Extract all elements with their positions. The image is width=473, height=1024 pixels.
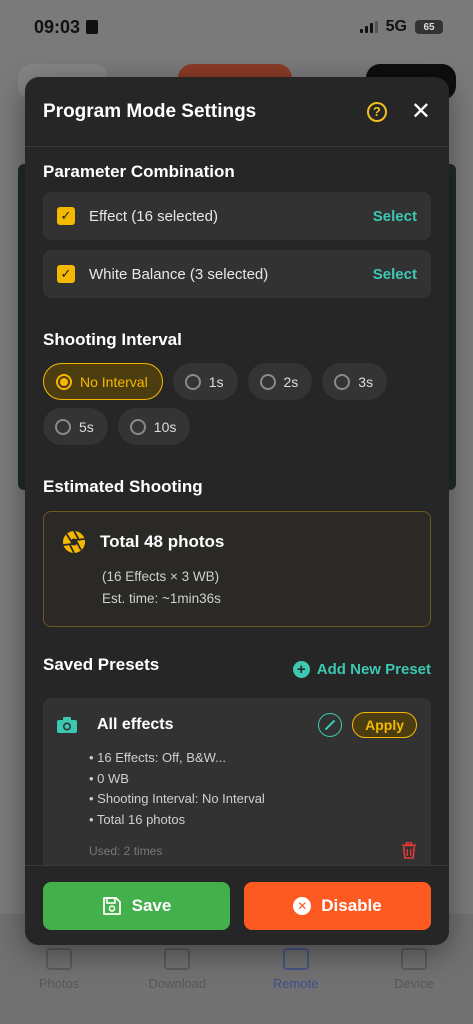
chip-label: 1s — [208, 373, 224, 390]
status-time: 09:03 — [34, 16, 99, 38]
save-label: Save — [131, 896, 172, 915]
download-icon — [164, 948, 191, 970]
interval-option-no-interval[interactable]: No Interval — [43, 363, 163, 400]
interval-option-5s[interactable]: 5s — [43, 408, 108, 445]
interval-option-2s[interactable]: 2s — [247, 363, 313, 400]
disable-label: Disable — [321, 896, 382, 915]
status-bar: 09:03 5G 65 — [0, 0, 473, 54]
modal-footer: Save ✕ Disable — [25, 865, 449, 945]
estimate-card: Total 48 photos (16 Effects × 3 WB) Est.… — [43, 511, 431, 627]
save-icon — [102, 897, 121, 915]
chip-label: 3s — [358, 373, 374, 390]
section-title-saved-presets: Saved Presets — [43, 654, 160, 674]
help-icon[interactable]: ? — [366, 101, 387, 122]
tab-photos: Photos — [14, 948, 104, 1024]
tab-label: Device — [394, 976, 434, 991]
estimate-header: Total 48 photos — [62, 530, 412, 554]
param-row-effect[interactable]: ✓ Effect (16 selected) Select — [43, 192, 431, 240]
chip-label: 10s — [153, 418, 177, 435]
tab-download: Download — [132, 948, 222, 1024]
preset-used-count: Used: 2 times — [89, 843, 163, 858]
chip-label: 2s — [283, 373, 299, 390]
program-mode-settings-modal: Program Mode Settings ? ✕ Parameter Comb… — [25, 77, 449, 945]
chip-label: 5s — [79, 418, 94, 435]
interval-option-1s[interactable]: 1s — [172, 363, 238, 400]
interval-options: No Interval 1s 2s 3s 5s 10s — [43, 363, 431, 445]
radio-icon — [334, 373, 351, 390]
radio-icon — [129, 418, 146, 435]
tab-remote: Remote — [251, 948, 341, 1024]
preset-details: • 16 Effects: Off, B&W... • 0 WB • Shoot… — [89, 748, 417, 830]
radio-icon — [55, 418, 71, 435]
header-actions: ? ✕ — [366, 99, 431, 124]
apply-preset-button[interactable]: Apply — [352, 712, 417, 738]
estimate-total: Total 48 photos — [100, 532, 225, 551]
modal-title: Program Mode Settings — [43, 100, 257, 122]
tab-label: Download — [148, 976, 207, 991]
radio-icon — [259, 373, 276, 390]
preset-detail-line: • Total 16 photos — [89, 811, 186, 827]
saved-presets-header: Saved Presets + Add New Preset — [43, 651, 431, 678]
plus-icon: + — [292, 661, 310, 678]
add-new-preset-button[interactable]: + Add New Preset — [292, 661, 431, 678]
interval-option-10s[interactable]: 10s — [117, 408, 191, 445]
close-icon[interactable]: ✕ — [411, 99, 431, 124]
chip-label: No Interval — [80, 373, 148, 390]
network-type: 5G — [385, 18, 407, 35]
preset-detail-line: • Shooting Interval: No Interval — [89, 791, 265, 806]
preset-card[interactable]: All effects Apply • 16 Effects: Off, B&W… — [43, 698, 431, 865]
status-indicators: 5G 65 — [359, 18, 443, 36]
white-balance-select-link[interactable]: Select — [373, 266, 417, 283]
wifi-icon — [400, 948, 427, 970]
status-time-text: 09:03 — [34, 16, 81, 37]
tab-label: Remote — [272, 976, 319, 991]
preset-footer: Used: 2 times — [89, 842, 417, 859]
radio-icon — [184, 373, 201, 390]
preset-detail-line: • 16 Effects: Off, B&W... — [89, 750, 227, 765]
param-label: White Balance (3 selected) — [89, 265, 269, 283]
tab-label: Photos — [38, 976, 80, 991]
interval-option-3s[interactable]: 3s — [322, 363, 388, 400]
estimate-time: Est. time: ~1min36s — [102, 591, 221, 606]
param-row-white-balance[interactable]: ✓ White Balance (3 selected) Select — [43, 250, 431, 298]
preset-name: All effects — [97, 716, 174, 733]
camera-icon — [57, 717, 77, 733]
battery-level: 65 — [423, 21, 435, 33]
radio-selected-icon — [56, 373, 72, 390]
modal-header: Program Mode Settings ? ✕ — [25, 77, 449, 147]
disable-button[interactable]: ✕ Disable — [244, 882, 431, 930]
tab-device: Device — [369, 948, 459, 1024]
effect-select-link[interactable]: Select — [373, 208, 417, 225]
signal-icon — [359, 21, 378, 33]
modal-body[interactable]: Parameter Combination ✓ Effect (16 selec… — [25, 147, 449, 865]
estimate-detail: (16 Effects × 3 WB) Est. time: ~1min36s — [102, 566, 412, 610]
trash-icon[interactable] — [401, 842, 417, 859]
param-label: Effect (16 selected) — [89, 207, 218, 225]
effect-checkbox[interactable]: ✓ — [57, 207, 75, 225]
close-circle-icon: ✕ — [293, 897, 312, 915]
photos-icon — [46, 948, 73, 970]
id-card-icon — [86, 20, 99, 34]
estimate-breakdown: (16 Effects × 3 WB) — [102, 569, 220, 584]
remote-icon — [282, 948, 309, 970]
section-title-shooting-interval: Shooting Interval — [43, 330, 182, 349]
preset-card-header: All effects Apply — [57, 712, 417, 738]
section-title-estimated-shooting: Estimated Shooting — [43, 477, 203, 496]
save-button[interactable]: Save — [43, 882, 230, 930]
aperture-icon — [63, 530, 85, 554]
section-title-parameter-combination: Parameter Combination — [43, 162, 235, 181]
preset-detail-line: • 0 WB — [89, 770, 129, 786]
white-balance-checkbox[interactable]: ✓ — [57, 265, 75, 283]
add-preset-label: Add New Preset — [316, 661, 431, 678]
edit-icon[interactable] — [318, 713, 343, 737]
battery-icon: 65 — [415, 20, 443, 34]
